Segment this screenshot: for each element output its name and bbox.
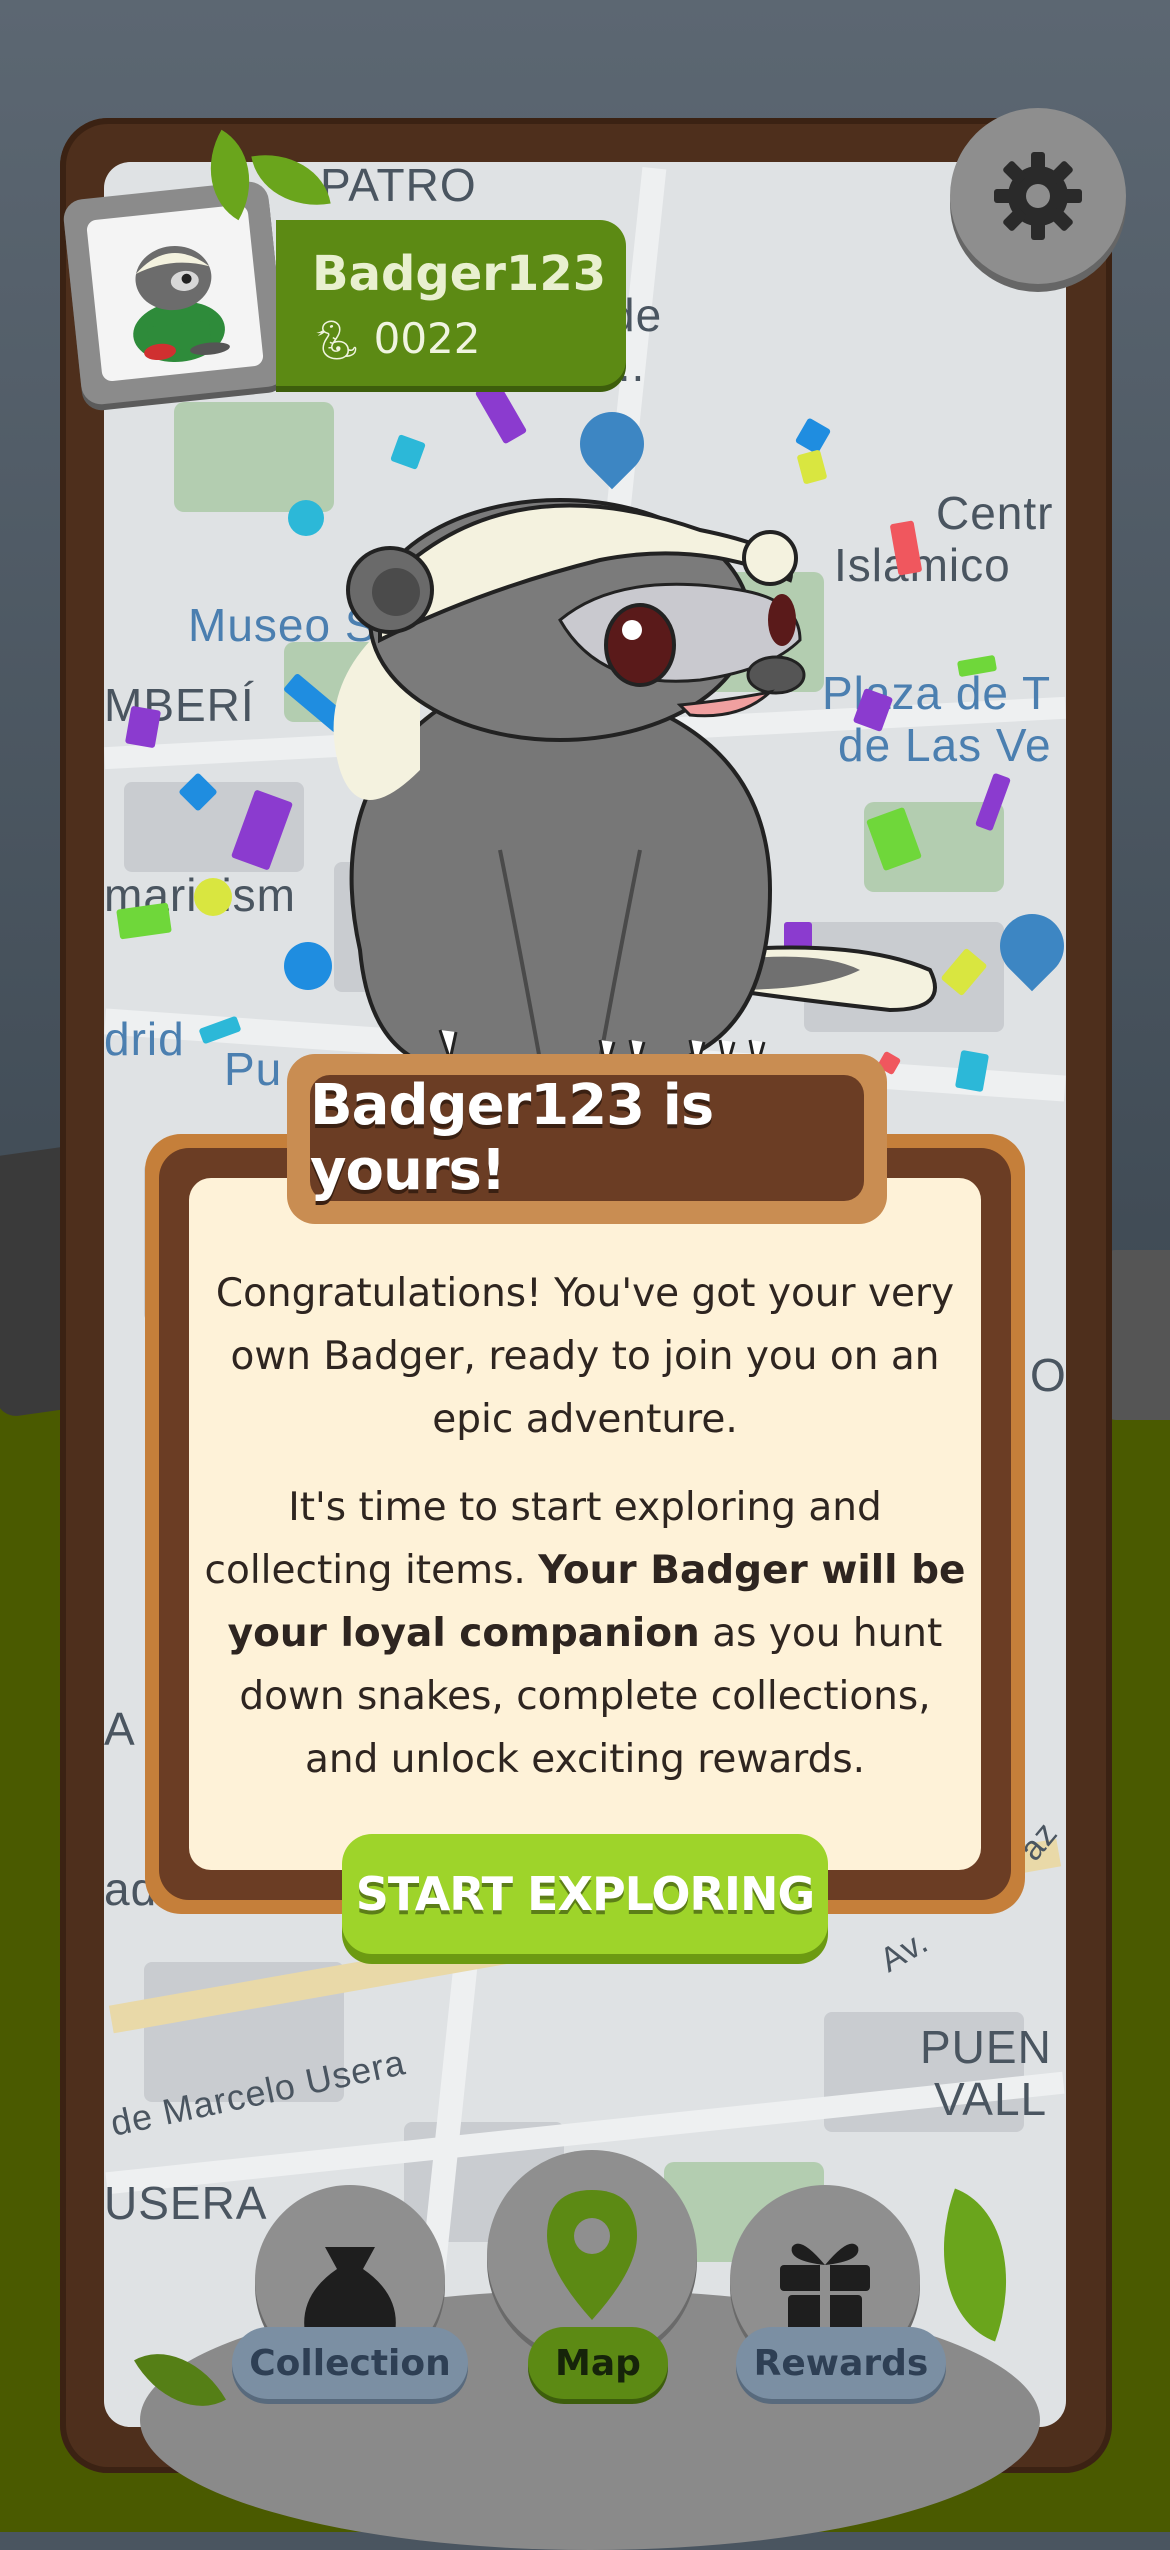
- confetti: [116, 902, 172, 940]
- dialog-paragraph-1: Congratulations! You've got your very ow…: [215, 1271, 955, 1442]
- nav-map-tab[interactable]: Map: [528, 2327, 668, 2399]
- gear-icon: [994, 152, 1082, 240]
- map-label: MBERÍ: [104, 679, 255, 731]
- map-label: O: [1030, 1349, 1066, 1401]
- map-label: PUEN: [920, 2021, 1052, 2073]
- player-info[interactable]: Badger123 🐍︎ 0022: [276, 220, 626, 386]
- player-name: Badger123: [312, 246, 607, 302]
- nav-collection-tab[interactable]: Collection: [232, 2327, 468, 2399]
- nav-map-label: Map: [555, 2342, 641, 2384]
- snake-count-value: 0022: [373, 314, 481, 363]
- start-exploring-label: START EXPLORING: [355, 1867, 815, 1921]
- map-label: PATRO: [320, 162, 477, 211]
- map-label: Pu: [224, 1043, 283, 1095]
- map-label: A: [104, 1703, 136, 1755]
- dialog-title-plate: Badger123 is yours!: [310, 1073, 864, 1203]
- nav-rewards-tab[interactable]: Rewards: [736, 2327, 946, 2399]
- settings-button[interactable]: [950, 108, 1126, 284]
- player-avatar[interactable]: [61, 179, 289, 407]
- start-exploring-button[interactable]: START EXPLORING: [342, 1834, 828, 1954]
- map-label: Av.: [873, 1922, 935, 1980]
- map-label: USERA: [104, 2177, 268, 2229]
- snake-icon: 🐍︎: [312, 318, 361, 362]
- confetti: [194, 878, 232, 916]
- confetti: [474, 379, 528, 445]
- confetti: [794, 417, 832, 455]
- confetti: [124, 705, 162, 749]
- nav-rewards-label: Rewards: [753, 2342, 929, 2384]
- dialog-title: Badger123 is yours!: [310, 1073, 714, 1203]
- snake-counter: 🐍︎ 0022: [312, 314, 481, 363]
- map-label: drid: [104, 1013, 185, 1065]
- badger-character: [333, 498, 937, 1072]
- confetti: [390, 434, 426, 470]
- dialog-paragraph-2: It's time to start exploring and collect…: [200, 1476, 970, 1791]
- nav-collection-label: Collection: [249, 2342, 451, 2384]
- map-label: VALL: [934, 2073, 1048, 2125]
- badger-avatar: [85, 203, 265, 383]
